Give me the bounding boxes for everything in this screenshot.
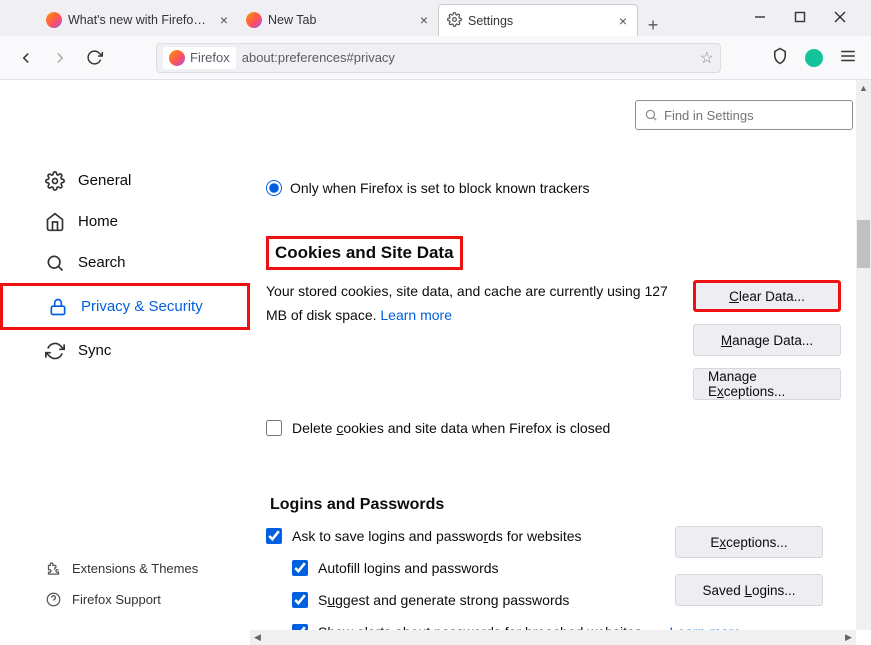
- tab-newtab[interactable]: New Tab ×: [238, 4, 438, 36]
- url-text: about:preferences#privacy: [242, 50, 694, 65]
- reload-button[interactable]: [82, 46, 106, 70]
- tab-title: Settings: [468, 14, 611, 28]
- cookies-heading: Cookies and Site Data: [269, 239, 460, 267]
- sidebar: General Home Search Privacy & Security: [0, 80, 250, 645]
- sidebar-item-search[interactable]: Search: [0, 242, 250, 283]
- sidebar-item-home[interactable]: Home: [0, 201, 250, 242]
- checkbox-input[interactable]: [266, 420, 282, 436]
- bookmark-star-icon[interactable]: ☆: [700, 48, 714, 68]
- tab-title: New Tab: [268, 13, 412, 27]
- home-icon: [44, 211, 66, 233]
- horizontal-scrollbar[interactable]: ◀ ▶: [250, 630, 856, 645]
- window-controls: [729, 0, 871, 34]
- tab-settings[interactable]: Settings ×: [438, 4, 638, 36]
- close-icon[interactable]: ×: [418, 12, 430, 28]
- radio-label: Only when Firefox is set to block known …: [290, 180, 590, 196]
- gear-icon: [447, 12, 462, 30]
- clear-data-button[interactable]: Clear Data...: [693, 280, 841, 312]
- new-tab-button[interactable]: +: [638, 15, 668, 36]
- manage-exceptions-button[interactable]: Manage Exceptions...: [693, 368, 841, 400]
- close-icon[interactable]: ×: [617, 13, 629, 29]
- sidebar-support[interactable]: Firefox Support: [0, 584, 250, 615]
- checkbox-label: Ask to save logins and passwords for web…: [292, 528, 582, 544]
- manage-data-button[interactable]: Manage Data...: [693, 324, 841, 356]
- checkbox-input[interactable]: [292, 560, 308, 576]
- sidebar-item-general[interactable]: General: [0, 160, 250, 201]
- url-bar[interactable]: Firefox about:preferences#privacy ☆: [156, 43, 721, 73]
- puzzle-icon: [44, 561, 62, 576]
- radio-input[interactable]: [266, 180, 282, 196]
- pocket-icon[interactable]: [771, 47, 789, 68]
- checkbox-input[interactable]: [266, 528, 282, 544]
- menu-icon[interactable]: [839, 47, 857, 68]
- help-icon: [44, 592, 62, 607]
- cookies-desc: Your stored cookies, site data, and cach…: [266, 280, 673, 328]
- toolbar: Firefox about:preferences#privacy ☆: [0, 36, 871, 80]
- radio-known-trackers[interactable]: Only when Firefox is set to block known …: [266, 180, 841, 196]
- scroll-left-icon[interactable]: ◀: [250, 630, 265, 645]
- checkbox-label: Autofill logins and passwords: [318, 560, 499, 576]
- gear-icon: [44, 170, 66, 192]
- logins-heading: Logins and Passwords: [270, 496, 841, 514]
- forward-button[interactable]: [48, 46, 72, 70]
- main-panel: Find in Settings Only when Firefox is se…: [250, 80, 871, 645]
- firefox-icon: [169, 50, 185, 66]
- sidebar-item-sync[interactable]: Sync: [0, 330, 250, 371]
- exceptions-button[interactable]: Exceptions...: [675, 526, 823, 558]
- titlebar: What's new with Firefox - M × New Tab × …: [0, 0, 871, 36]
- sidebar-item-privacy[interactable]: Privacy & Security: [0, 283, 250, 330]
- sidebar-extensions[interactable]: Extensions & Themes: [0, 553, 250, 584]
- sidebar-label: Firefox Support: [72, 592, 161, 607]
- close-button[interactable]: [831, 8, 849, 26]
- grammarly-icon[interactable]: [805, 49, 823, 67]
- identity-label: Firefox: [190, 50, 230, 65]
- learn-more-link[interactable]: Learn more: [380, 307, 452, 323]
- search-placeholder: Find in Settings: [664, 108, 754, 123]
- search-settings-input[interactable]: Find in Settings: [635, 100, 853, 130]
- sync-icon: [44, 340, 66, 362]
- sidebar-label: Extensions & Themes: [72, 561, 198, 576]
- search-icon: [644, 108, 658, 122]
- scroll-thumb[interactable]: [857, 220, 870, 268]
- close-icon[interactable]: ×: [218, 12, 230, 28]
- scroll-right-icon[interactable]: ▶: [841, 630, 856, 645]
- identity-box[interactable]: Firefox: [163, 47, 236, 69]
- tab-whatsnew[interactable]: What's new with Firefox - M ×: [38, 4, 238, 36]
- vertical-scrollbar[interactable]: ▲: [856, 80, 871, 630]
- checkbox-label: Delete cookies and site data when Firefo…: [292, 420, 610, 436]
- checkbox-input[interactable]: [292, 592, 308, 608]
- toolbar-right: [771, 47, 857, 68]
- sidebar-label: Privacy & Security: [47, 298, 203, 315]
- saved-logins-button[interactable]: Saved Logins...: [675, 574, 823, 606]
- scroll-up-icon[interactable]: ▲: [856, 80, 871, 95]
- maximize-button[interactable]: [791, 8, 809, 26]
- checkbox-label: Suggest and generate strong passwords: [318, 592, 569, 608]
- firefox-icon: [246, 12, 262, 28]
- delete-on-close-checkbox[interactable]: Delete cookies and site data when Firefo…: [266, 420, 841, 436]
- search-icon: [44, 252, 66, 274]
- firefox-icon: [46, 12, 62, 28]
- lock-icon: [47, 296, 69, 318]
- back-button[interactable]: [14, 46, 38, 70]
- minimize-button[interactable]: [751, 8, 769, 26]
- tab-title: What's new with Firefox - M: [68, 13, 212, 27]
